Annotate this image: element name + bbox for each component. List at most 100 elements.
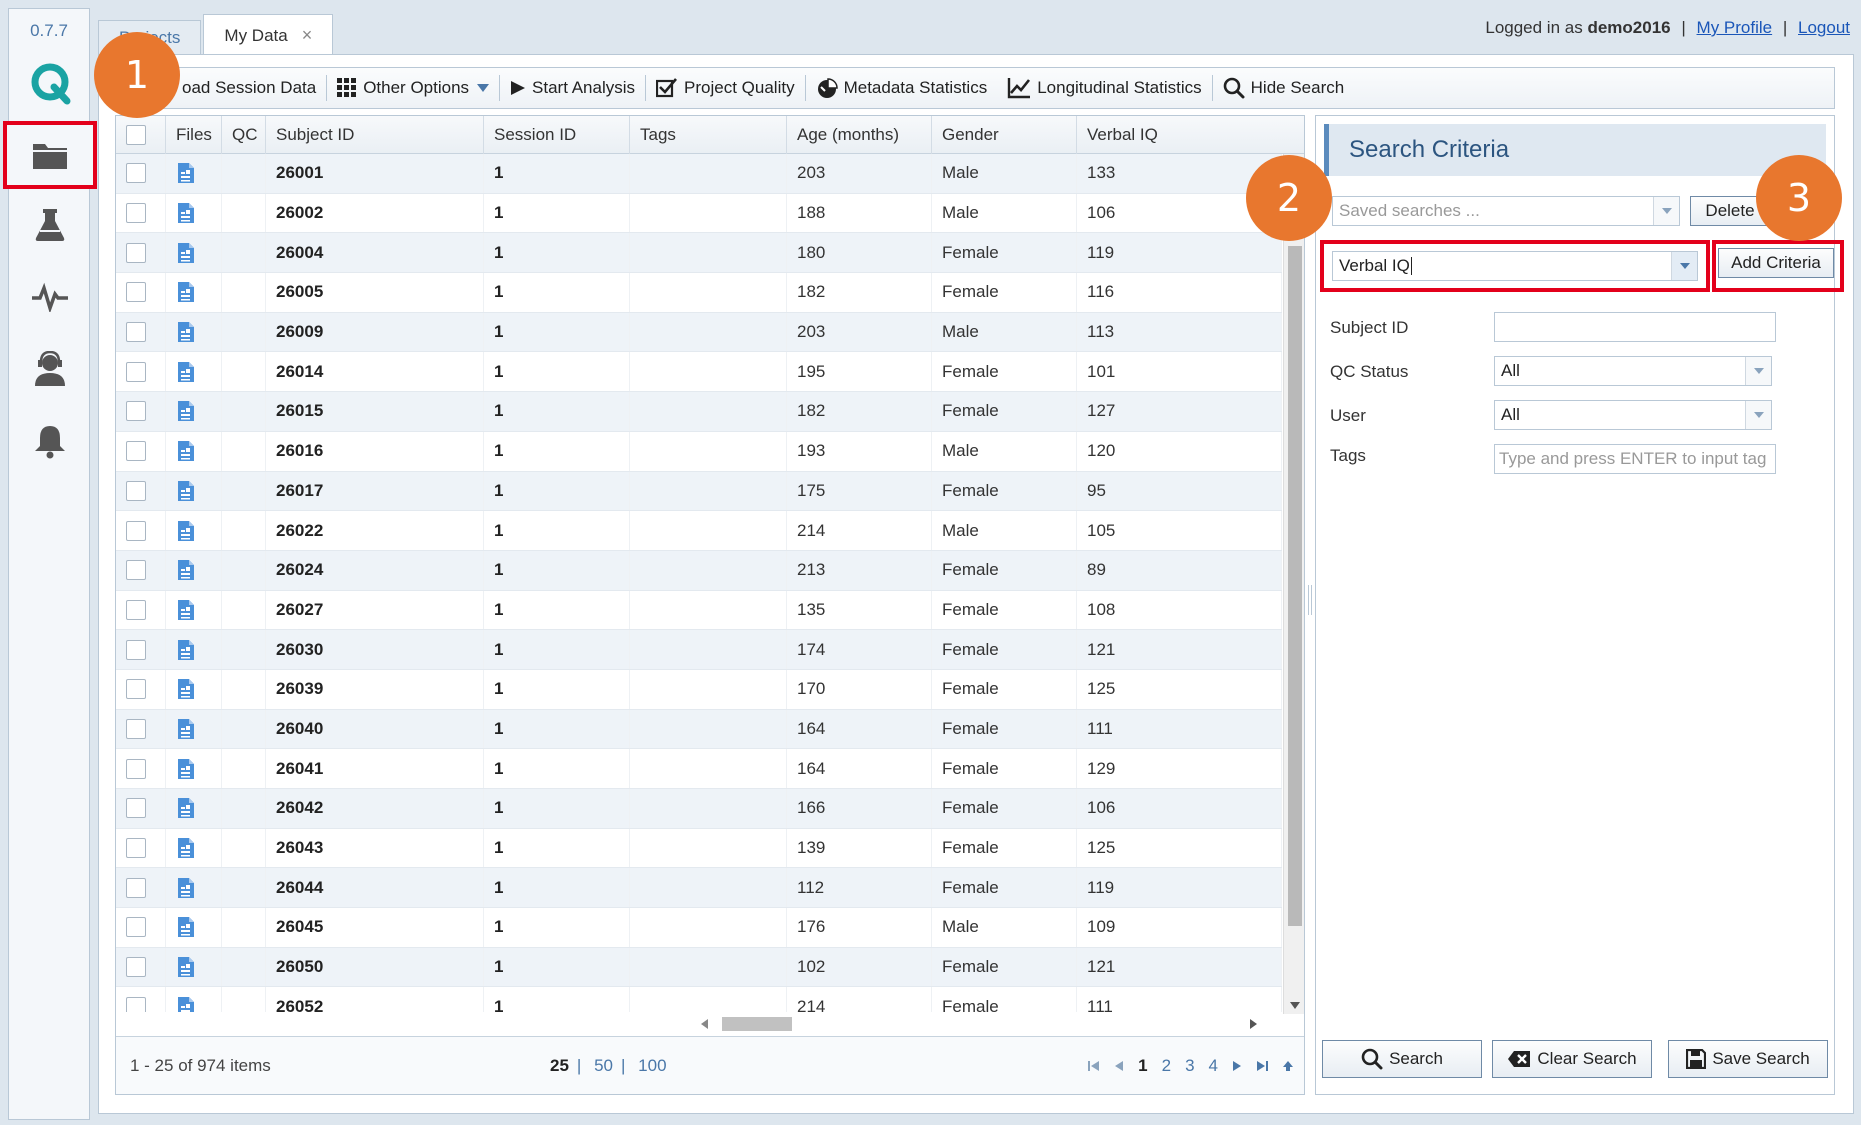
vertical-scrollbar[interactable]	[1283, 154, 1304, 1014]
scroll-right-icon[interactable]	[1250, 1019, 1258, 1029]
page-3[interactable]: 3	[1185, 1056, 1194, 1076]
rail-item-notifications[interactable]	[9, 409, 91, 473]
file-icon[interactable]	[176, 916, 196, 938]
clear-search-button[interactable]: Clear Search	[1492, 1040, 1652, 1078]
file-icon[interactable]	[176, 400, 196, 422]
table-row[interactable]: 26005 1 182 Female 116	[116, 273, 1282, 313]
table-row[interactable]: 26009 1 203 Male 113	[116, 312, 1282, 353]
row-checkbox[interactable]	[126, 401, 146, 422]
file-icon[interactable]	[176, 520, 196, 542]
user-select[interactable]: All	[1494, 400, 1772, 430]
hide-search-button[interactable]: Hide Search	[1213, 73, 1355, 103]
table-row[interactable]: 26039 1 170 Female 125	[116, 669, 1282, 710]
rail-item-analysis[interactable]	[9, 193, 91, 257]
row-checkbox[interactable]	[126, 639, 146, 660]
row-checkbox[interactable]	[126, 758, 146, 779]
horizontal-scroll-thumb[interactable]	[722, 1017, 792, 1031]
table-row[interactable]: 26030 1 174 Female 121	[116, 630, 1282, 670]
column-header-age[interactable]: Age (months)	[787, 116, 932, 154]
table-row[interactable]: 26014 1 195 Female 101	[116, 352, 1282, 393]
table-row[interactable]: 26045 1 176 Male 109	[116, 908, 1282, 948]
file-icon[interactable]	[176, 996, 196, 1012]
page-1[interactable]: 1	[1138, 1056, 1147, 1076]
row-checkbox[interactable]	[126, 679, 146, 700]
page-size-50[interactable]: 50	[594, 1056, 613, 1075]
file-icon[interactable]	[176, 480, 196, 502]
load-session-data-button[interactable]: oad Session Data	[172, 73, 326, 103]
file-icon[interactable]	[176, 956, 196, 978]
table-row[interactable]: 26027 1 135 Female 108	[116, 590, 1282, 631]
file-icon[interactable]	[176, 440, 196, 462]
table-row[interactable]: 26017 1 175 Female 95	[116, 471, 1282, 512]
file-icon[interactable]	[176, 797, 196, 819]
column-header-subject-id[interactable]: Subject ID	[266, 116, 484, 154]
project-quality-button[interactable]: Project Quality	[646, 73, 805, 103]
row-checkbox[interactable]	[126, 163, 146, 184]
other-options-button[interactable]: Other Options	[327, 73, 499, 103]
file-icon[interactable]	[176, 599, 196, 621]
page-2[interactable]: 2	[1162, 1056, 1171, 1076]
table-row[interactable]: 26015 1 182 Female 127	[116, 392, 1282, 432]
table-row[interactable]: 26001 1 203 Male 133	[116, 154, 1282, 194]
table-row[interactable]: 26004 1 180 Female 119	[116, 233, 1282, 274]
file-icon[interactable]	[176, 202, 196, 224]
search-button[interactable]: Search	[1322, 1040, 1482, 1078]
file-icon[interactable]	[176, 242, 196, 264]
file-icon[interactable]	[176, 281, 196, 303]
row-checkbox[interactable]	[126, 599, 146, 620]
row-checkbox[interactable]	[126, 917, 146, 938]
table-row[interactable]: 26044 1 112 Female 119	[116, 868, 1282, 909]
file-icon[interactable]	[176, 877, 196, 899]
row-checkbox[interactable]	[126, 560, 146, 581]
start-analysis-button[interactable]: Start Analysis	[500, 73, 645, 103]
file-icon[interactable]	[176, 361, 196, 383]
my-profile-link[interactable]: My Profile	[1697, 18, 1773, 37]
subject-id-input[interactable]	[1494, 312, 1776, 342]
column-header-session-id[interactable]: Session ID	[484, 116, 630, 154]
close-icon[interactable]: ×	[302, 25, 313, 46]
column-header-tags[interactable]: Tags	[630, 116, 787, 154]
rail-item-support[interactable]	[9, 337, 91, 401]
saved-searches-select[interactable]: Saved searches ...	[1332, 196, 1680, 226]
file-icon[interactable]	[176, 639, 196, 661]
row-checkbox[interactable]	[126, 838, 146, 859]
row-checkbox[interactable]	[126, 282, 146, 303]
next-page-icon[interactable]	[1232, 1060, 1242, 1072]
table-row[interactable]: 26042 1 166 Female 106	[116, 789, 1282, 829]
file-icon[interactable]	[176, 321, 196, 343]
column-header-files[interactable]: Files	[166, 116, 222, 154]
row-checkbox[interactable]	[126, 798, 146, 819]
table-row[interactable]: 26002 1 188 Male 106	[116, 193, 1282, 234]
first-page-icon[interactable]	[1088, 1060, 1100, 1072]
longitudinal-statistics-button[interactable]: Longitudinal Statistics	[997, 73, 1211, 103]
column-header-verbal-iq[interactable]: Verbal IQ	[1077, 116, 1304, 154]
row-checkbox[interactable]	[126, 957, 146, 978]
page-4[interactable]: 4	[1209, 1056, 1218, 1076]
file-icon[interactable]	[176, 837, 196, 859]
row-checkbox[interactable]	[126, 877, 146, 898]
qc-status-select[interactable]: All	[1494, 356, 1772, 386]
metadata-statistics-button[interactable]: Metadata Statistics	[806, 73, 998, 103]
last-page-icon[interactable]	[1256, 1060, 1268, 1072]
row-checkbox[interactable]	[126, 718, 146, 739]
column-header-gender[interactable]: Gender	[932, 116, 1077, 154]
rail-item-data[interactable]	[3, 121, 97, 189]
page-size-100[interactable]: 100	[638, 1056, 666, 1075]
horizontal-scrollbar[interactable]	[696, 1014, 1262, 1034]
scroll-down-icon[interactable]	[1290, 1002, 1300, 1010]
row-checkbox[interactable]	[126, 203, 146, 224]
row-checkbox[interactable]	[126, 520, 146, 541]
table-row[interactable]: 26052 1 214 Female 111	[116, 987, 1282, 1012]
row-checkbox[interactable]	[126, 361, 146, 382]
table-row[interactable]: 26043 1 139 Female 125	[116, 828, 1282, 869]
tags-input[interactable]: Type and press ENTER to input tag	[1494, 444, 1776, 474]
file-icon[interactable]	[176, 718, 196, 740]
prev-page-icon[interactable]	[1114, 1060, 1124, 1072]
file-icon[interactable]	[176, 162, 196, 184]
table-row[interactable]: 26040 1 164 Female 111	[116, 709, 1282, 750]
row-checkbox[interactable]	[126, 242, 146, 263]
scroll-top-icon[interactable]	[1282, 1060, 1294, 1072]
table-row[interactable]: 26016 1 193 Male 120	[116, 431, 1282, 472]
rail-item-activity[interactable]	[9, 265, 91, 329]
select-all-checkbox[interactable]	[126, 125, 146, 145]
